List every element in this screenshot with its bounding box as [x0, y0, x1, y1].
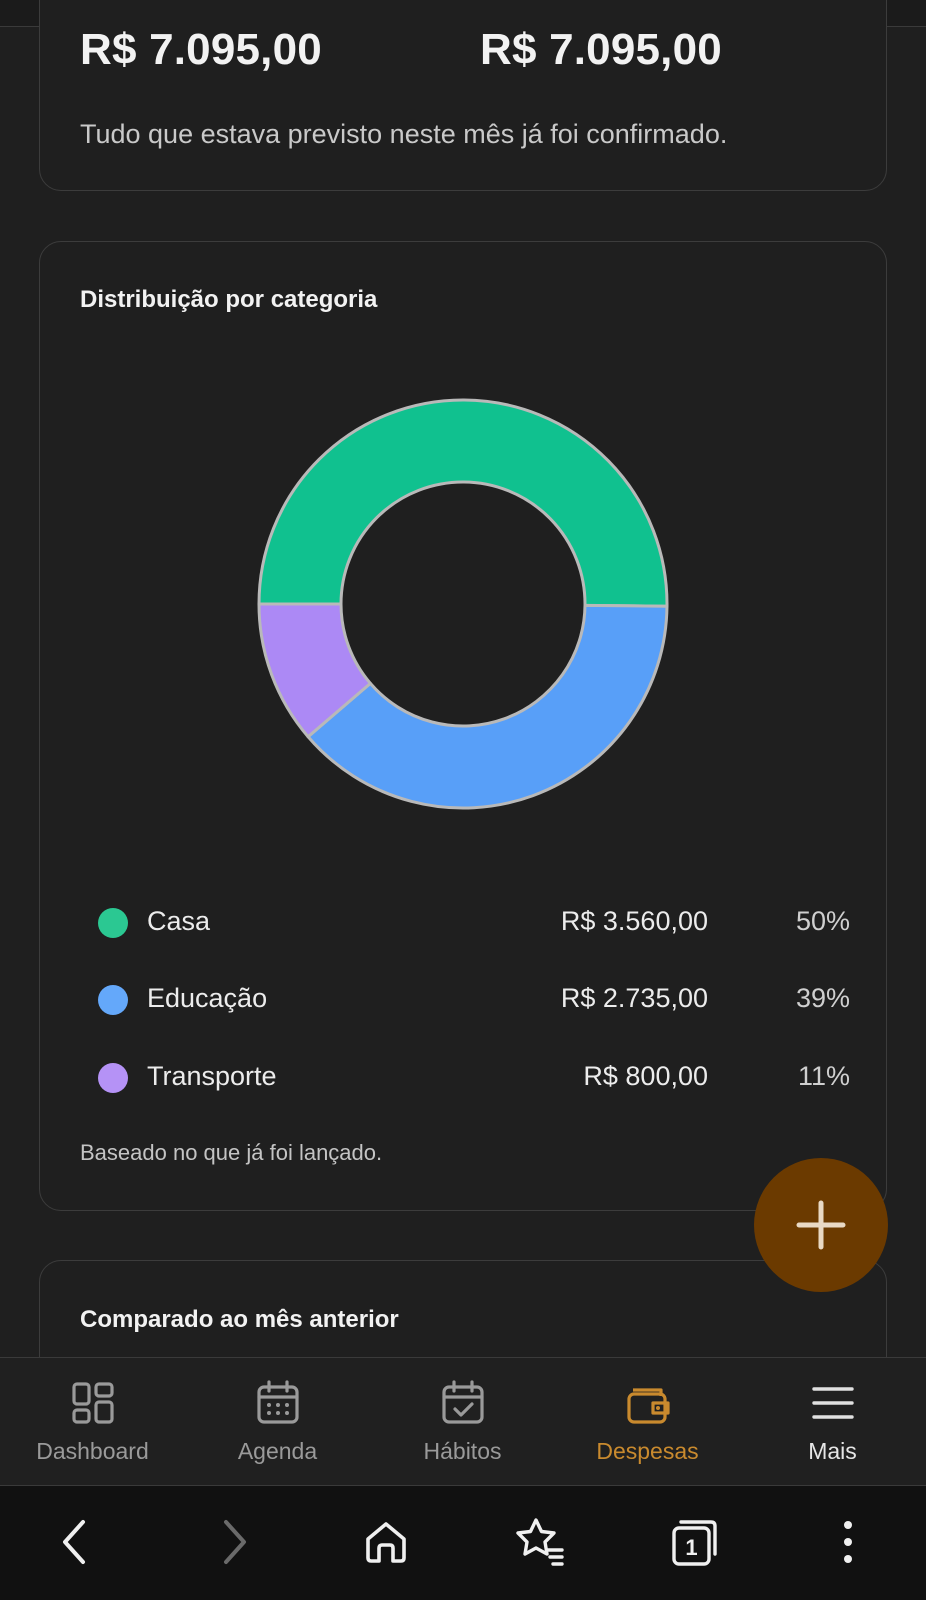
- bookmark-star-icon: [516, 1518, 564, 1566]
- legend-dot-educacao: [98, 985, 128, 1015]
- home-icon: [366, 1522, 406, 1563]
- legend-value: R$ 3.560,00: [560, 906, 708, 936]
- menu-icon: [811, 1387, 854, 1419]
- add-expense-button[interactable]: [754, 1158, 888, 1292]
- overflow-menu-button[interactable]: [816, 1510, 880, 1574]
- tabs-icon: 1: [672, 1520, 717, 1566]
- legend-percent: 50%: [795, 906, 850, 936]
- distribution-title: Distribuição por categoria: [80, 286, 378, 313]
- back-button[interactable]: [43, 1510, 107, 1574]
- tabs-button[interactable]: 1: [663, 1510, 727, 1574]
- nav-item-mais[interactable]: Mais: [740, 1358, 925, 1487]
- nav-label: Agenda: [237, 1438, 318, 1464]
- legend-row-educacao: Educação R$ 2.735,00 39%: [98, 979, 878, 1019]
- nav-item-dashboard[interactable]: Dashboard: [0, 1358, 185, 1487]
- total-amount-right: R$ 7.095,00: [480, 25, 722, 74]
- legend-percent: 39%: [795, 983, 850, 1013]
- legend-dot-casa: [98, 908, 128, 938]
- plus-icon: [796, 1200, 846, 1250]
- calendar-check-icon: [441, 1380, 484, 1424]
- legend-value: R$ 800,00: [583, 1061, 708, 1091]
- home-button[interactable]: [354, 1510, 418, 1574]
- legend-value: R$ 2.735,00: [560, 983, 708, 1013]
- legend-label: Casa: [147, 906, 211, 936]
- overflow-menu-icon: [844, 1521, 852, 1563]
- forward-icon: [224, 1520, 246, 1564]
- bottom-navigation: Dashboard Agenda Hábitos Despesas Mais: [0, 1357, 926, 1486]
- calendar-icon: [256, 1380, 299, 1424]
- summary-card: R$ 7.095,00 R$ 7.095,00 Tudo que estava …: [39, 0, 887, 191]
- nav-item-habitos[interactable]: Hábitos: [370, 1358, 555, 1487]
- nav-label: Despesas: [596, 1438, 699, 1464]
- nav-item-despesas[interactable]: Despesas: [555, 1358, 740, 1487]
- nav-item-agenda[interactable]: Agenda: [185, 1358, 370, 1487]
- donut-slice-educacao: [306, 603, 669, 810]
- nav-label: Hábitos: [423, 1438, 502, 1464]
- back-icon: [63, 1520, 85, 1564]
- distribution-note: Baseado no que já foi lançado.: [80, 1140, 383, 1165]
- nav-label: Mais: [808, 1438, 857, 1464]
- summary-note: Tudo que estava previsto neste mês já fo…: [80, 119, 728, 149]
- category-distribution-card: Distribuição por categoria Casa R$ 3.560…: [39, 241, 887, 1211]
- browser-toolbar: 1: [0, 1486, 926, 1600]
- legend-row-casa: Casa R$ 3.560,00 50%: [98, 902, 878, 942]
- donut-slice-casa: [257, 398, 669, 608]
- donut-chart: [257, 398, 669, 810]
- legend-percent: 11%: [797, 1061, 850, 1091]
- forward-button[interactable]: [202, 1510, 266, 1574]
- wallet-icon: [626, 1388, 670, 1424]
- dashboard-icon: [71, 1382, 114, 1424]
- legend-label: Transporte: [147, 1061, 277, 1091]
- legend-dot-transporte: [98, 1063, 128, 1093]
- bookmarks-button[interactable]: [508, 1510, 572, 1574]
- nav-label: Dashboard: [36, 1438, 149, 1464]
- tab-count: 1: [685, 1535, 697, 1560]
- legend-row-transporte: Transporte R$ 800,00 11%: [98, 1057, 878, 1097]
- comparison-title: Comparado ao mês anterior: [80, 1306, 399, 1333]
- total-amount-left: R$ 7.095,00: [80, 25, 322, 74]
- legend-label: Educação: [147, 983, 268, 1013]
